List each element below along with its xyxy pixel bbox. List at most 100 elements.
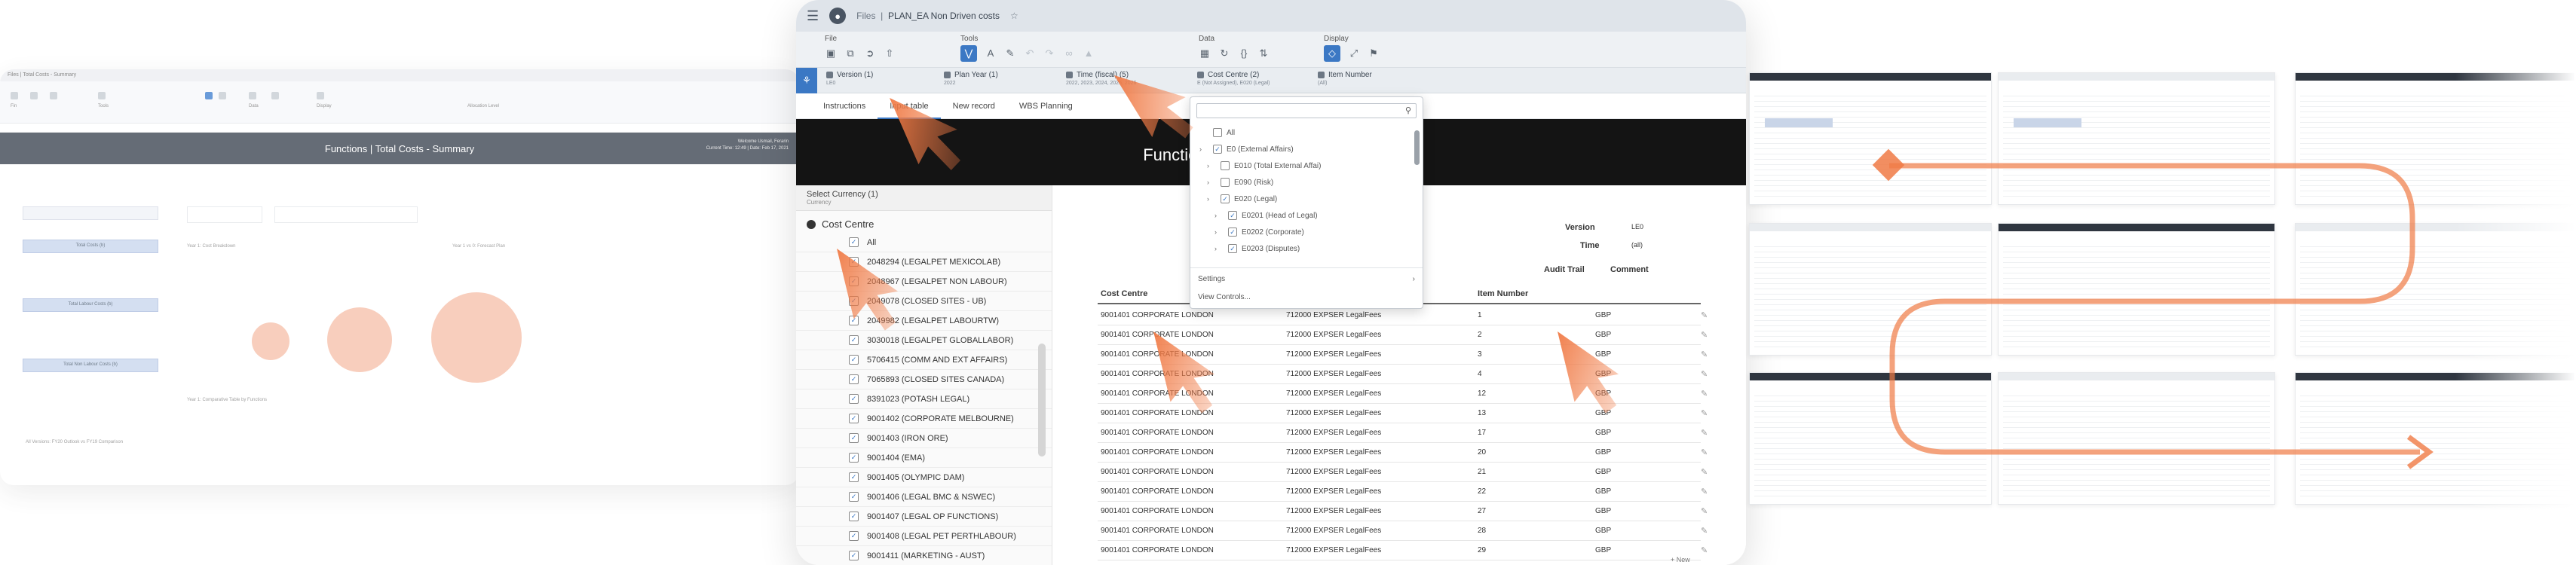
- table-row[interactable]: 9001401 CORPORATE LONDON 712000 EXPSER Le…: [1098, 502, 1708, 521]
- table-cell[interactable]: 712000 EXPSER LegalFees: [1286, 409, 1381, 417]
- comment-icon[interactable]: ◇: [1324, 45, 1340, 62]
- table-cell[interactable]: 712000 EXPSER LegalFees: [1286, 389, 1381, 398]
- table-row[interactable]: 9001401 CORPORATE LONDON 712000 EXPSER Le…: [1098, 463, 1708, 482]
- table-cell[interactable]: 9001401 CORPORATE LONDON: [1101, 546, 1214, 554]
- edit-pencil-icon[interactable]: ✎: [1701, 545, 1708, 555]
- export-icon[interactable]: ⇧: [884, 47, 896, 60]
- cost-centre-item[interactable]: ✓ 2049078 (CLOSED SITES - UB): [796, 292, 1052, 311]
- table-cell[interactable]: 13: [1478, 409, 1486, 417]
- checkbox[interactable]: ✓: [1228, 244, 1237, 253]
- checkbox[interactable]: ✓: [849, 472, 859, 482]
- checkbox[interactable]: ✓: [849, 335, 859, 345]
- table-cell[interactable]: GBP: [1595, 546, 1611, 554]
- menu-icon[interactable]: ☰: [807, 8, 819, 24]
- checkbox[interactable]: ✓: [849, 316, 859, 325]
- table-cell[interactable]: 21: [1478, 468, 1486, 476]
- checkbox[interactable]: ✓: [849, 237, 859, 247]
- filter-version[interactable]: Version (1) LE0: [826, 71, 873, 87]
- table-cell[interactable]: GBP: [1595, 507, 1611, 515]
- formula-icon[interactable]: {}: [1238, 47, 1250, 60]
- checkbox[interactable]: ✓: [849, 257, 859, 267]
- left-box-non-labour-costs[interactable]: Total Non Labour Costs (b): [23, 359, 158, 372]
- edit-icon[interactable]: ✎: [1004, 47, 1016, 62]
- page-thumbnail[interactable]: [1749, 372, 1992, 505]
- table-cell[interactable]: GBP: [1595, 409, 1611, 417]
- checkbox[interactable]: ✓: [849, 433, 859, 443]
- table-row[interactable]: 9001401 CORPORATE LONDON 712000 EXPSER Le…: [1098, 365, 1708, 384]
- expand-chevron-icon[interactable]: ›: [1214, 212, 1224, 219]
- table-cell[interactable]: 712000 EXPSER LegalFees: [1286, 331, 1381, 339]
- expand-chevron-icon[interactable]: ›: [1207, 162, 1216, 170]
- tab-input-table[interactable]: Input table: [878, 93, 941, 119]
- table-cell[interactable]: 712000 EXPSER LegalFees: [1286, 370, 1381, 378]
- page-thumbnail[interactable]: [1749, 72, 1992, 205]
- table-cell[interactable]: 712000 EXPSER LegalFees: [1286, 311, 1381, 319]
- checkbox[interactable]: ✓: [849, 276, 859, 286]
- table-row[interactable]: 9001401 CORPORATE LONDON 712000 EXPSER Le…: [1098, 384, 1708, 404]
- table-cell[interactable]: 712000 EXPSER LegalFees: [1286, 468, 1381, 476]
- edit-pencil-icon[interactable]: ✎: [1701, 369, 1708, 379]
- table-cell[interactable]: 9001401 CORPORATE LONDON: [1101, 487, 1214, 496]
- cost-centre-item[interactable]: ✓ 2049982 (LEGALPET LABOURTW): [796, 311, 1052, 331]
- link-icon[interactable]: ∞: [1063, 47, 1075, 62]
- page-thumbnail[interactable]: [1749, 223, 1992, 356]
- left-box-labour-costs[interactable]: Total Labour Costs (b): [23, 298, 158, 312]
- audit-trail-button[interactable]: Audit Trail: [1544, 265, 1585, 274]
- table-cell[interactable]: 9001401 CORPORATE LONDON: [1101, 311, 1214, 319]
- checkbox[interactable]: ✓: [849, 296, 859, 306]
- checkbox[interactable]: ✓: [849, 492, 859, 502]
- cost-centre-item[interactable]: ✓ All: [796, 233, 1052, 252]
- pin-icon[interactable]: ▲: [1083, 47, 1095, 62]
- favorite-star-icon[interactable]: ☆: [1010, 11, 1018, 21]
- cost-centre-item[interactable]: ✓ 9001406 (LEGAL BMC & NSWEC): [796, 487, 1052, 507]
- copy-icon[interactable]: ⧉: [844, 47, 856, 60]
- table-row[interactable]: 9001401 CORPORATE LONDON 712000 EXPSER Le…: [1098, 404, 1708, 423]
- data-table-icon[interactable]: ▦: [1199, 47, 1211, 60]
- tab-wbs-planning[interactable]: WBS Planning: [1007, 93, 1085, 119]
- checkbox[interactable]: [1221, 161, 1230, 170]
- dropdown-member[interactable]: › ✓ E0201 (Head of Legal): [1190, 207, 1423, 224]
- table-cell[interactable]: 712000 EXPSER LegalFees: [1286, 350, 1381, 359]
- refresh-icon[interactable]: ↻: [1218, 47, 1230, 60]
- sort-icon[interactable]: ⇅: [1257, 47, 1270, 60]
- cost-centre-item[interactable]: ✓ 9001402 (CORPORATE MELBOURNE): [796, 409, 1052, 429]
- edit-pencil-icon[interactable]: ✎: [1701, 330, 1708, 340]
- table-cell[interactable]: 22: [1478, 487, 1486, 496]
- edit-pencil-icon[interactable]: ✎: [1701, 310, 1708, 320]
- table-cell[interactable]: GBP: [1595, 527, 1611, 535]
- checkbox[interactable]: ✓: [849, 531, 859, 541]
- table-cell[interactable]: 712000 EXPSER LegalFees: [1286, 507, 1381, 515]
- table-cell[interactable]: 9001401 CORPORATE LONDON: [1101, 409, 1214, 417]
- dropdown-member[interactable]: All: [1190, 124, 1423, 141]
- dropdown-search-input[interactable]: ⚲: [1196, 103, 1417, 118]
- page-thumbnail[interactable]: [1998, 223, 2275, 356]
- cost-centre-item[interactable]: ✓ 7065893 (CLOSED SITES CANADA): [796, 370, 1052, 389]
- dropdown-member[interactable]: › ✓ E0203 (Disputes): [1190, 240, 1423, 257]
- expand-chevron-icon[interactable]: ›: [1214, 228, 1224, 236]
- checkbox[interactable]: ✓: [1228, 211, 1237, 220]
- table-cell[interactable]: GBP: [1595, 429, 1611, 437]
- new-row-button[interactable]: + New: [1671, 556, 1690, 563]
- table-cell[interactable]: GBP: [1595, 448, 1611, 457]
- table-cell[interactable]: 9001401 CORPORATE LONDON: [1101, 507, 1214, 515]
- checkbox[interactable]: ✓: [849, 453, 859, 463]
- table-cell[interactable]: 1: [1478, 311, 1482, 319]
- edit-pencil-icon[interactable]: ✎: [1701, 408, 1708, 418]
- cost-centre-item[interactable]: ✓ 9001405 (OLYMPIC DAM): [796, 468, 1052, 487]
- cost-centre-item[interactable]: ✓ 9001404 (EMA): [796, 448, 1052, 468]
- cost-centre-item[interactable]: ✓ 3030018 (LEGALPET GLOBALLABOR): [796, 331, 1052, 350]
- table-row[interactable]: 9001401 CORPORATE LONDON 712000 EXPSER Le…: [1098, 345, 1708, 365]
- table-cell[interactable]: 9001401 CORPORATE LONDON: [1101, 429, 1214, 437]
- edit-pencil-icon[interactable]: ✎: [1701, 447, 1708, 457]
- table-cell[interactable]: 9001401 CORPORATE LONDON: [1101, 448, 1214, 457]
- fullscreen-icon[interactable]: ⤢: [1348, 47, 1360, 62]
- checkbox[interactable]: [1221, 178, 1230, 187]
- table-cell[interactable]: 712000 EXPSER LegalFees: [1286, 546, 1381, 554]
- dropdown-member[interactable]: › ✓ E0 (External Affairs): [1190, 141, 1423, 157]
- checkbox[interactable]: ✓: [849, 551, 859, 560]
- avatar[interactable]: ●: [829, 8, 847, 24]
- table-cell[interactable]: 20: [1478, 448, 1486, 457]
- table-row[interactable]: 9001401 CORPORATE LONDON 712000 EXPSER Le…: [1098, 521, 1708, 541]
- currency-selector[interactable]: Select Currency (1) Currency: [796, 185, 1052, 211]
- dropdown-settings[interactable]: Settings ›: [1198, 270, 1415, 287]
